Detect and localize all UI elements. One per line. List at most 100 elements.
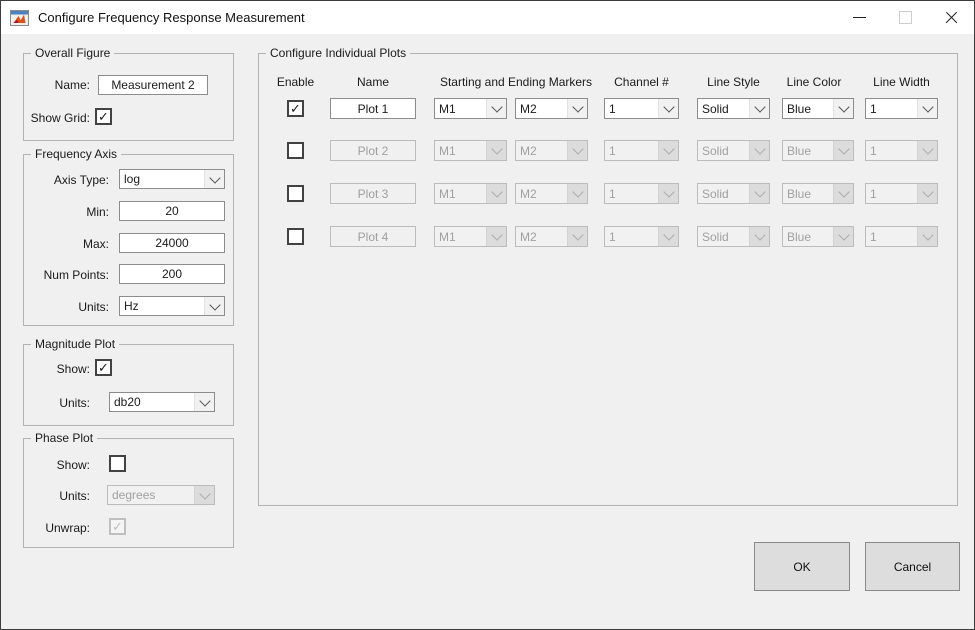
- show-grid-label: Show Grid:: [24, 111, 90, 125]
- phase-show-checkbox[interactable]: [109, 455, 126, 472]
- maximize-icon: [899, 11, 912, 24]
- ok-button[interactable]: OK: [754, 542, 850, 591]
- chevron-down-icon: [567, 227, 587, 246]
- plot2-name-field: Plot 2: [330, 140, 416, 161]
- unwrap-checkbox: ✓: [109, 518, 126, 535]
- plot3-line-width-dropdown: 1: [865, 183, 938, 204]
- chevron-down-icon: [749, 184, 769, 203]
- chevron-down-icon: [486, 141, 506, 160]
- axis-type-label: Axis Type:: [24, 173, 109, 187]
- plot1-end-marker-dropdown[interactable]: M2: [515, 98, 588, 119]
- plot2-line-width-dropdown: 1: [865, 140, 938, 161]
- chevron-down-icon: [917, 184, 937, 203]
- freq-units-label: Units:: [24, 300, 109, 314]
- chevron-down-icon: [917, 99, 937, 118]
- magnitude-show-label: Show:: [24, 362, 90, 376]
- maximize-button: [882, 1, 928, 34]
- chevron-down-icon: [658, 99, 678, 118]
- chevron-down-icon: [194, 486, 214, 504]
- magnitude-units-dropdown[interactable]: db20: [109, 392, 215, 412]
- magnitude-units-label: Units:: [24, 396, 90, 410]
- plot1-line-color-dropdown[interactable]: Blue: [782, 98, 854, 119]
- cancel-button[interactable]: Cancel: [865, 542, 960, 591]
- magnitude-show-checkbox[interactable]: ✓: [95, 359, 112, 376]
- window-controls: [836, 1, 974, 34]
- num-points-value: 200: [162, 267, 182, 281]
- min-field[interactable]: 20: [119, 201, 225, 221]
- show-grid-checkbox[interactable]: ✓: [95, 108, 112, 125]
- chevron-down-icon: [917, 227, 937, 246]
- chevron-down-icon: [833, 99, 853, 118]
- plot1-line-width-dropdown[interactable]: 1: [865, 98, 938, 119]
- plot2-start-marker-dropdown: M1: [434, 140, 507, 161]
- max-label: Max:: [24, 237, 109, 251]
- chevron-down-icon: [749, 141, 769, 160]
- minimize-button[interactable]: [836, 1, 882, 34]
- frequency-axis-group-title: Frequency Axis: [31, 147, 121, 162]
- plot1-line-style-dropdown[interactable]: Solid: [697, 98, 770, 119]
- chevron-down-icon: [749, 99, 769, 118]
- matlab-figure-icon: [10, 10, 29, 26]
- phase-plot-group: Phase Plot Show: Units: degrees Unwrap: …: [23, 438, 234, 548]
- chevron-down-icon: [567, 99, 587, 118]
- plot4-end-marker-dropdown: M2: [515, 226, 588, 247]
- phase-plot-group-title: Phase Plot: [31, 431, 97, 446]
- frequency-axis-group: Frequency Axis Axis Type: log Min: 20 Ma…: [23, 154, 234, 326]
- freq-units-dropdown[interactable]: Hz: [119, 296, 225, 316]
- chevron-down-icon: [567, 141, 587, 160]
- min-label: Min:: [24, 205, 109, 219]
- axis-type-dropdown[interactable]: log: [119, 169, 225, 189]
- chevron-down-icon: [833, 141, 853, 160]
- magnitude-plot-group-title: Magnitude Plot: [31, 337, 119, 352]
- chevron-down-icon: [194, 393, 214, 411]
- figure-name-field[interactable]: Measurement 2: [98, 75, 208, 95]
- plot1-enable-checkbox[interactable]: ✓: [287, 100, 304, 117]
- plot1-channel-dropdown[interactable]: 1: [604, 98, 679, 119]
- plot1-start-marker-dropdown[interactable]: M1: [434, 98, 507, 119]
- plot1-name-field[interactable]: Plot 1: [330, 98, 416, 119]
- unwrap-label: Unwrap:: [24, 521, 90, 535]
- figure-name-value: Measurement 2: [111, 78, 194, 92]
- plot-row-2: Plot 2 M1 M2 1 Solid Blue 1: [259, 140, 957, 162]
- plot4-enable-checkbox[interactable]: [287, 228, 304, 245]
- chevron-down-icon: [486, 227, 506, 246]
- plot-row-4: Plot 4 M1 M2 1 Solid Blue 1: [259, 226, 957, 248]
- name-header: Name: [330, 75, 416, 89]
- max-field[interactable]: 24000: [119, 233, 225, 253]
- plot-row-3: Plot 3 M1 M2 1 Solid Blue 1: [259, 183, 957, 205]
- plot4-line-color-dropdown: Blue: [782, 226, 854, 247]
- phase-units-label: Units:: [24, 489, 90, 503]
- close-button[interactable]: [928, 1, 974, 34]
- chevron-down-icon: [833, 227, 853, 246]
- magnitude-units-value: db20: [110, 395, 194, 409]
- plot2-line-color-dropdown: Blue: [782, 140, 854, 161]
- window-title: Configure Frequency Response Measurement: [38, 10, 305, 25]
- max-value: 24000: [155, 236, 188, 250]
- ok-button-label: OK: [793, 560, 810, 574]
- chevron-down-icon: [749, 227, 769, 246]
- minimize-icon: [853, 17, 866, 18]
- line-color-header: Line Color: [774, 75, 854, 89]
- plot3-start-marker-dropdown: M1: [434, 183, 507, 204]
- plot3-name-field: Plot 3: [330, 183, 416, 204]
- chevron-down-icon: [658, 141, 678, 160]
- magnitude-plot-group: Magnitude Plot Show: ✓ Units: db20: [23, 344, 234, 426]
- channel-header: Channel #: [604, 75, 679, 89]
- dialog-window: Configure Frequency Response Measurement…: [0, 0, 975, 630]
- plot3-enable-checkbox[interactable]: [287, 185, 304, 202]
- axis-type-value: log: [120, 172, 204, 186]
- num-points-field[interactable]: 200: [119, 264, 225, 284]
- chevron-down-icon: [917, 141, 937, 160]
- cancel-button-label: Cancel: [894, 560, 931, 574]
- close-icon: [945, 11, 958, 24]
- chevron-down-icon: [833, 184, 853, 203]
- chevron-down-icon: [204, 297, 224, 315]
- plot3-end-marker-dropdown: M2: [515, 183, 588, 204]
- phase-units-dropdown: degrees: [107, 485, 215, 505]
- plot4-line-width-dropdown: 1: [865, 226, 938, 247]
- chevron-down-icon: [204, 170, 224, 188]
- plot2-enable-checkbox[interactable]: [287, 142, 304, 159]
- plot2-line-style-dropdown: Solid: [697, 140, 770, 161]
- plot4-channel-dropdown: 1: [604, 226, 679, 247]
- chevron-down-icon: [567, 184, 587, 203]
